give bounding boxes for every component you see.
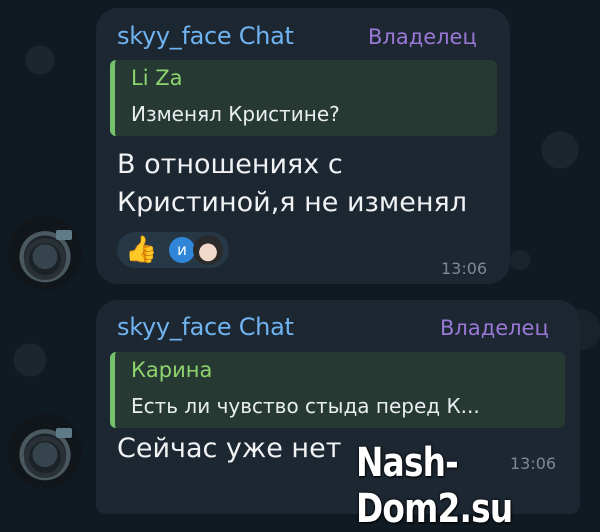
message-time: 13:06 [441,259,488,278]
message-line: Кристиной,я не изменял [117,187,467,218]
steering-wheel-icon [24,238,66,280]
reply-author: Карина [131,358,213,382]
steering-wheel-icon [24,436,66,478]
reply-text: Есть ли чувство стыда перед К... [131,394,480,418]
message-text: Сейчас уже нет [117,430,341,468]
sender-name[interactable]: skyy_face Chat [117,22,294,50]
message-line: Сейчас уже нет [117,433,342,464]
message-text: В отношениях с Кристиной,я не изменял [117,146,467,222]
reactor-badge: и [169,237,195,263]
role-badge: Владелец [368,25,477,49]
thumbs-up-icon[interactable]: 👍 [125,235,157,265]
reply-quote[interactable]: Карина Есть ли чувство стыда перед К... [110,352,565,428]
reactor-avatar [193,235,223,265]
message-line: В отношениях с [117,149,343,180]
sender-name[interactable]: skyy_face Chat [117,313,294,341]
site-watermark: Nash-Dom2.su [356,440,513,532]
reply-quote[interactable]: Li Za Изменял Кристине? [110,60,497,136]
reactions-bar[interactable]: 👍 и [117,232,229,268]
reply-author: Li Za [131,66,183,90]
reply-text: Изменял Кристине? [131,102,340,126]
car-screen-icon [56,230,72,240]
role-badge: Владелец [440,316,549,340]
avatar[interactable] [8,216,82,290]
car-screen-icon [56,428,72,438]
avatar[interactable] [8,414,82,488]
